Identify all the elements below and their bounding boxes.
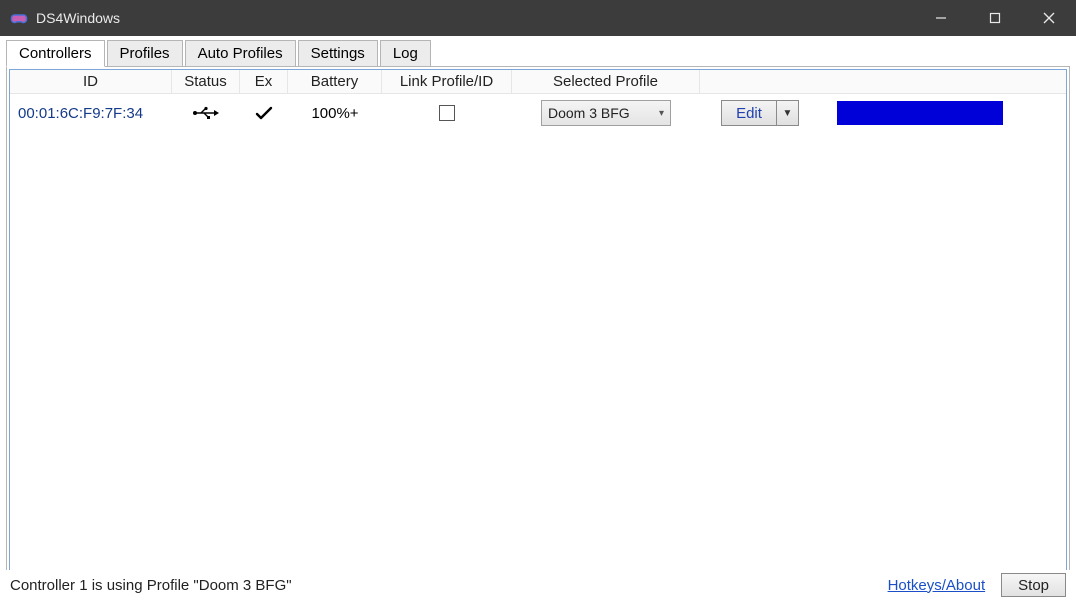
tab-controllers[interactable]: Controllers <box>6 40 105 67</box>
tab-strip: Controllers Profiles Auto Profiles Setti… <box>0 36 1076 66</box>
profile-select-value: Doom 3 BFG <box>548 105 630 121</box>
table-row: 00:01:6C:F9:7F:34 <box>10 94 1066 132</box>
ex-cell <box>240 94 288 132</box>
window-controls <box>914 0 1076 36</box>
controller-id[interactable]: 00:01:6C:F9:7F:34 <box>10 94 172 132</box>
link-profile-cell <box>382 94 512 132</box>
edit-button[interactable]: Edit <box>721 100 777 126</box>
hotkeys-about-link[interactable]: Hotkeys/About <box>888 577 986 594</box>
color-swatch[interactable] <box>837 101 1003 125</box>
edit-cell: Edit ▼ <box>700 94 820 132</box>
color-cell <box>820 94 1020 132</box>
col-header-spacer <box>1020 70 1066 93</box>
window-title: DS4Windows <box>36 10 120 26</box>
tab-profiles[interactable]: Profiles <box>107 40 183 67</box>
status-cell <box>172 94 240 132</box>
col-header-selected-profile[interactable]: Selected Profile <box>512 70 700 93</box>
col-header-id[interactable]: ID <box>10 70 172 93</box>
minimize-button[interactable] <box>914 0 968 36</box>
col-header-battery[interactable]: Battery <box>288 70 382 93</box>
usb-icon <box>192 106 220 120</box>
check-icon <box>255 106 273 120</box>
status-bar: Controller 1 is using Profile "Doom 3 BF… <box>0 570 1076 600</box>
tab-log[interactable]: Log <box>380 40 431 67</box>
tab-settings[interactable]: Settings <box>298 40 378 67</box>
col-header-link-profile[interactable]: Link Profile/ID <box>382 70 512 93</box>
col-header-ex[interactable]: Ex <box>240 70 288 93</box>
profile-select[interactable]: Doom 3 BFG ▾ <box>541 100 671 126</box>
status-message: Controller 1 is using Profile "Doom 3 BF… <box>10 577 292 594</box>
close-button[interactable] <box>1022 0 1076 36</box>
title-bar: DS4Windows <box>0 0 1076 36</box>
controllers-panel: ID Status Ex Battery Link Profile/ID Sel… <box>6 66 1070 592</box>
col-header-status[interactable]: Status <box>172 70 240 93</box>
edit-dropdown-button[interactable]: ▼ <box>777 100 799 126</box>
col-header-color <box>820 70 1020 93</box>
battery-cell: 100%+ <box>288 94 382 132</box>
chevron-down-icon: ▾ <box>659 108 664 119</box>
caret-down-icon: ▼ <box>782 108 792 119</box>
table-header: ID Status Ex Battery Link Profile/ID Sel… <box>10 70 1066 94</box>
col-header-edit <box>700 70 820 93</box>
maximize-button[interactable] <box>968 0 1022 36</box>
tab-auto-profiles[interactable]: Auto Profiles <box>185 40 296 67</box>
app-icon <box>10 9 28 27</box>
link-profile-checkbox[interactable] <box>439 105 455 121</box>
selected-profile-cell: Doom 3 BFG ▾ <box>512 94 700 132</box>
stop-button[interactable]: Stop <box>1001 573 1066 597</box>
row-spacer <box>1020 94 1066 132</box>
